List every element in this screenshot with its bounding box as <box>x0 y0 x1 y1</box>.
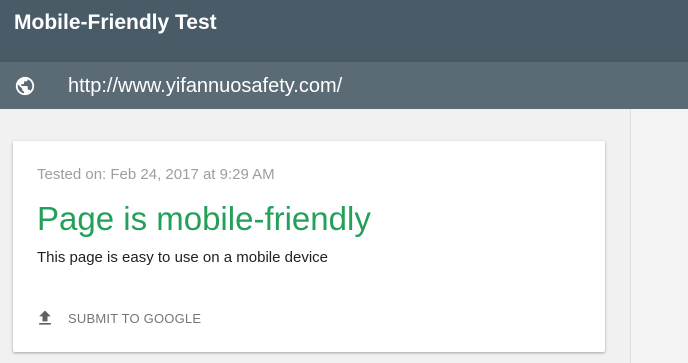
result-description: This page is easy to use on a mobile dev… <box>37 249 328 266</box>
submit-button-label: SUBMIT TO GOOGLE <box>68 310 202 326</box>
side-pane <box>630 109 688 363</box>
app-header: Mobile-Friendly Test <box>0 0 688 62</box>
url-bar: http://www.yifannuosafety.com/ <box>0 62 688 109</box>
result-card: Tested on: Feb 24, 2017 at 9:29 AM Page … <box>13 141 605 352</box>
result-status-title: Page is mobile-friendly <box>37 200 371 237</box>
globe-icon <box>15 76 35 96</box>
tested-on-timestamp: Tested on: Feb 24, 2017 at 9:29 AM <box>37 166 275 183</box>
tested-url[interactable]: http://www.yifannuosafety.com/ <box>68 73 342 99</box>
app-title: Mobile-Friendly Test <box>14 11 217 34</box>
submit-to-google-button[interactable]: SUBMIT TO GOOGLE <box>35 303 209 333</box>
upload-icon <box>39 310 51 325</box>
